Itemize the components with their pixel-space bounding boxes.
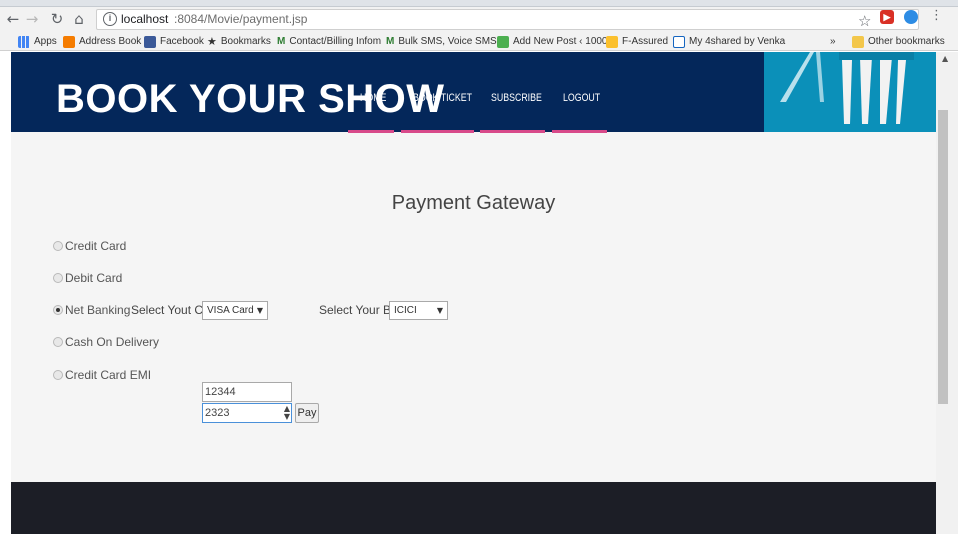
option-label: Debit Card	[65, 271, 123, 285]
scroll-up-arrow-icon[interactable]: ▲	[942, 54, 948, 63]
card-number-input[interactable]: 12344	[202, 382, 292, 402]
facebook-icon	[144, 35, 156, 48]
address-bar[interactable]: i localhost :8084/Movie/payment.jsp	[96, 9, 919, 30]
star-icon: ★	[207, 35, 217, 48]
bookmark-label: Add New Post ‹ 1000	[513, 36, 608, 47]
bookmark-label: Address Book	[79, 36, 142, 47]
card-select-value: VISA Card	[207, 305, 254, 316]
cvv-number-input[interactable]: 2323 ▲ ▼	[202, 403, 292, 423]
url-host: localhost	[121, 12, 169, 26]
dropdown-arrow-icon: ▼	[256, 306, 263, 315]
bookmark-label: Bulk SMS, Voice SMS	[398, 36, 497, 47]
site-footer	[11, 482, 936, 534]
page-content: BOOK YOUR SHOW HOME BOOK TICKET SUBSCRIB…	[11, 52, 936, 534]
bookmark-label: Bookmarks	[220, 36, 271, 47]
apps-icon	[18, 35, 30, 48]
bookmark-label: Apps	[34, 36, 57, 47]
radio-button[interactable]	[53, 273, 63, 283]
bookmark-star-icon[interactable]: ☆	[858, 12, 871, 30]
bookmark-label: Facebook	[160, 36, 204, 47]
bookmark-item[interactable]: Other bookmarks	[852, 34, 945, 49]
bookmarks-bar: Apps Address Book Facebook ★ Bookmarks M…	[0, 32, 958, 51]
radio-button[interactable]	[53, 337, 63, 347]
radio-button[interactable]	[53, 370, 63, 380]
bookmark-item[interactable]: My 4shared by Venka	[673, 34, 785, 49]
option-label: Net Banking	[65, 303, 131, 317]
cvv-value: 2323	[205, 407, 230, 419]
tab-strip	[0, 0, 958, 7]
url-path: :8084/Movie/payment.jsp	[174, 12, 308, 26]
option-label: Cash On Delivery	[65, 335, 160, 349]
browser-toolbar: ← → ↻ ⌂ i localhost :8084/Movie/payment.…	[0, 7, 958, 32]
nav-underline	[552, 130, 607, 133]
bookmark-item[interactable]: ★ Bookmarks	[207, 34, 271, 49]
nav-home[interactable]: HOME	[360, 92, 386, 104]
option-label: Credit Card EMI	[65, 368, 152, 382]
option-net-banking[interactable]: Net Banking	[53, 303, 130, 317]
vertical-scrollbar[interactable]: ▲	[936, 52, 958, 534]
nav-underline	[401, 130, 474, 133]
m-logo-icon: M	[277, 36, 286, 47]
header-banner-image	[764, 52, 936, 132]
post-icon	[497, 35, 509, 48]
theater-spotlight-graphic	[780, 52, 914, 124]
extension-icon[interactable]	[904, 10, 918, 24]
4shared-icon	[673, 35, 685, 48]
nav-underline	[348, 130, 394, 133]
option-credit-card-emi[interactable]: Credit Card EMI	[53, 368, 151, 382]
page-title: Payment Gateway	[391, 192, 556, 214]
scrollbar-thumb[interactable]	[938, 110, 948, 404]
radio-button[interactable]	[53, 241, 63, 251]
info-icon[interactable]: i	[103, 12, 117, 26]
bank-select[interactable]: ICICI ▼	[389, 301, 448, 320]
home-icon[interactable]: ⌂	[70, 10, 88, 28]
bookmark-label: My 4shared by Venka	[689, 36, 786, 47]
bookmark-label: Contact/Billing Infom	[289, 36, 382, 47]
option-credit-card[interactable]: Credit Card	[53, 239, 126, 253]
card-select[interactable]: VISA Card ▼	[202, 301, 268, 320]
radio-button-selected[interactable]	[53, 305, 63, 315]
option-label: Credit Card	[65, 239, 127, 253]
back-icon[interactable]: ←	[4, 10, 22, 28]
bookmark-item[interactable]: Add New Post ‹ 1000	[497, 34, 608, 49]
pay-button[interactable]: Pay	[295, 403, 319, 423]
bookmark-item[interactable]: M Contact/Billing Infom	[277, 34, 381, 49]
dropdown-arrow-icon: ▼	[436, 306, 443, 315]
bookmark-label: F-Assured	[622, 36, 669, 47]
bookmark-item[interactable]: Apps	[18, 34, 57, 49]
f-assured-icon	[606, 35, 618, 48]
nav-subscribe[interactable]: SUBSCRIBE	[491, 92, 542, 104]
forward-icon[interactable]: →	[23, 10, 41, 28]
folder-icon	[852, 35, 864, 48]
m-logo-icon: M	[386, 36, 395, 47]
bank-select-value: ICICI	[394, 305, 417, 316]
bookmark-label: Other bookmarks	[868, 36, 945, 47]
bookmark-item[interactable]: Address Book	[63, 34, 141, 49]
site-header: BOOK YOUR SHOW HOME BOOK TICKET SUBSCRIB…	[11, 52, 936, 133]
nav-logout[interactable]: LOGOUT	[563, 92, 600, 104]
bookmarks-overflow[interactable]: »	[830, 34, 836, 49]
extension-icon[interactable]: ▶	[880, 10, 894, 24]
option-cash-on-delivery[interactable]: Cash On Delivery	[53, 335, 159, 349]
spinner-arrows-icon[interactable]: ▲ ▼	[284, 405, 290, 421]
bookmark-item[interactable]: Facebook	[144, 34, 204, 49]
menu-icon[interactable]: ⋮	[930, 8, 943, 23]
nav-book-ticket[interactable]: BOOK TICKET	[413, 92, 472, 104]
address-book-icon	[63, 35, 75, 48]
bookmark-item[interactable]: F-Assured	[606, 34, 668, 49]
nav-underline	[480, 130, 545, 133]
option-debit-card[interactable]: Debit Card	[53, 271, 122, 285]
bookmark-item[interactable]: M Bulk SMS, Voice SMS	[386, 34, 497, 49]
reload-icon[interactable]: ↻	[48, 10, 66, 28]
